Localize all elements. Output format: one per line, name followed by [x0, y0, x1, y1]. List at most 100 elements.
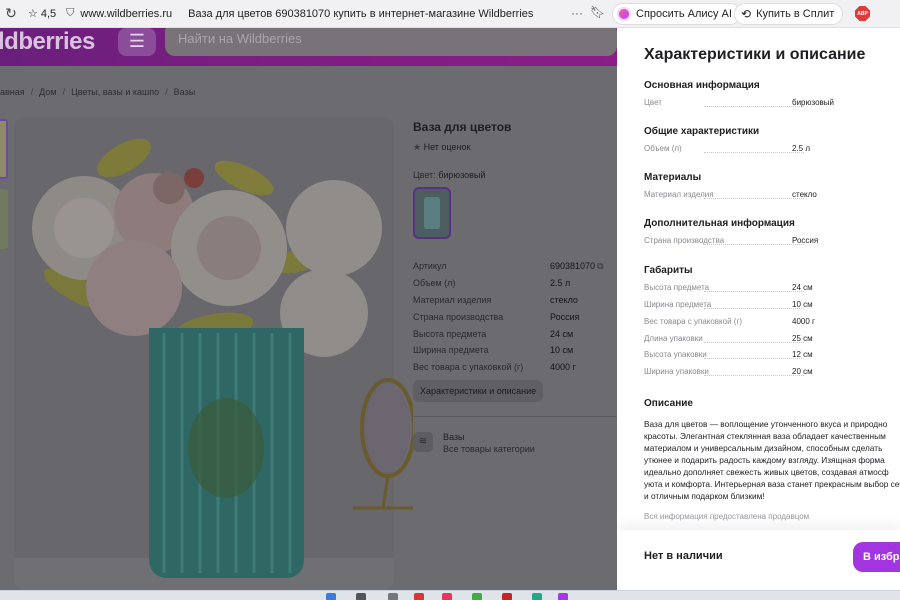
- adblock-icon[interactable]: ABP: [855, 6, 870, 21]
- taskview-icon[interactable]: [388, 593, 398, 600]
- product-rating[interactable]: ★ Нет оценок: [413, 142, 470, 153]
- property-key: Вес товара с упаковкой (г): [644, 317, 743, 326]
- property-row: Длина упаковки 25 см: [644, 334, 900, 346]
- app-icon[interactable]: [502, 593, 512, 600]
- property-value: 4000 г: [792, 317, 815, 326]
- property-row: Ширина предмета 10 см: [644, 300, 900, 312]
- leader-dots: [704, 106, 804, 107]
- windows-start-icon[interactable]: [326, 593, 336, 600]
- property-value: Россия: [792, 236, 819, 245]
- product-photo[interactable]: [14, 118, 394, 590]
- buy-split-label: Купить в Сплит: [756, 8, 835, 20]
- property-key: Высота упаковки: [644, 350, 707, 359]
- thumbnail[interactable]: [0, 189, 8, 249]
- page-title-tab: Ваза для цветов 690381070 купить в интер…: [188, 7, 534, 20]
- characteristics-button[interactable]: Характеристики и описание: [413, 380, 544, 402]
- search-input[interactable]: Найти на Wildberries: [165, 28, 617, 56]
- spec-value: 24 см: [550, 328, 574, 339]
- spec-row: Ширина предмета 10 см: [413, 342, 613, 359]
- copy-icon[interactable]: ⧉: [597, 261, 603, 272]
- leader-dots: [704, 244, 804, 245]
- app-icon[interactable]: [442, 593, 452, 600]
- spec-row: Страна производства Россия: [413, 308, 613, 325]
- leader-dots: [704, 198, 804, 199]
- property-value: бирюзовый: [792, 98, 834, 107]
- breadcrumb-item[interactable]: авная: [0, 87, 25, 97]
- category-subtitle: Все товары категории: [443, 444, 535, 454]
- property-value: 25 см: [792, 334, 813, 343]
- product-specs: Артикул 690381070 ⧉ Объем (л) 2.5 л Материа…: [413, 258, 613, 376]
- property-value: 24 см: [792, 283, 813, 292]
- bookmark-icon[interactable]: 🔖︎: [590, 5, 605, 19]
- add-to-favorites-button[interactable]: В избра: [853, 542, 900, 572]
- alice-icon: [617, 7, 631, 21]
- description-title: Описание: [644, 398, 693, 409]
- spec-key: Вес товара с упаковкой (г): [413, 362, 524, 373]
- property-key: Высота предмета: [644, 283, 710, 292]
- color-label-key: Цвет:: [413, 170, 436, 180]
- spec-key: Артикул: [413, 261, 447, 272]
- site-logo[interactable]: ldberries: [0, 28, 95, 56]
- star-outline-icon: ☆: [28, 8, 38, 20]
- spec-value: 2.5 л: [550, 278, 571, 289]
- category-title: Вазы: [443, 432, 465, 442]
- menu-icon[interactable]: ☰: [118, 28, 156, 56]
- property-row: Объем (л) 2.5 л: [644, 144, 900, 156]
- leader-dots: [704, 342, 804, 343]
- breadcrumb: авная / Дом / Цветы, вазы и кашпо / Вазы: [0, 87, 195, 97]
- leader-dots: [704, 291, 804, 292]
- spec-value: стекло: [550, 294, 578, 305]
- section-title: Материалы: [644, 172, 702, 183]
- breadcrumb-item[interactable]: Вазы: [174, 87, 196, 97]
- property-row: Цвет бирюзовый: [644, 98, 900, 110]
- breadcrumb-separator: /: [165, 87, 168, 97]
- stock-status: Нет в наличии: [644, 550, 723, 562]
- mirror-decor-image: [353, 378, 413, 510]
- address-bar[interactable]: www.wildberries.ru: [80, 8, 172, 20]
- vase-with-flowers-image: [14, 118, 394, 590]
- breadcrumb-separator: /: [30, 87, 34, 97]
- property-value: 10 см: [792, 300, 813, 309]
- breadcrumb-item[interactable]: Дом: [39, 87, 56, 97]
- site-rating[interactable]: ☆ 4,5: [28, 7, 57, 21]
- property-row: Высота упаковки 12 см: [644, 350, 900, 362]
- database-icon: ≋: [413, 432, 433, 452]
- property-key: Ширина упаковки: [644, 367, 709, 376]
- spec-row: Артикул 690381070 ⧉: [413, 258, 613, 275]
- swatch-vase-image: [424, 197, 440, 229]
- product-title: Ваза для цветов: [413, 120, 512, 134]
- spec-value: 4000 г: [550, 362, 576, 373]
- split-icon: ⟲: [741, 7, 752, 21]
- breadcrumb-item[interactable]: Цветы, вазы и кашпо: [71, 87, 159, 97]
- search-icon[interactable]: [356, 593, 366, 600]
- spec-key: Страна производства: [413, 311, 504, 322]
- ask-alice-button[interactable]: Спросить Алису AI: [612, 3, 741, 25]
- more-icon[interactable]: ···: [571, 6, 583, 20]
- property-key: Длина упаковки: [644, 334, 703, 343]
- leader-dots: [704, 358, 804, 359]
- property-key: Ширина предмета: [644, 300, 712, 309]
- app-icon[interactable]: [414, 593, 424, 600]
- thumbnail-selected[interactable]: [0, 119, 8, 179]
- buy-split-button[interactable]: ⟲ Купить в Сплит: [734, 3, 844, 25]
- property-row: Ширина упаковки 20 см: [644, 367, 900, 379]
- site-header: ldberries ☰ Найти на Wildberries: [0, 28, 617, 66]
- section-title: Габариты: [644, 265, 693, 276]
- spec-row: Вес товара с упаковкой (г) 4000 г: [413, 359, 613, 376]
- property-row: Высота предмета 24 см: [644, 283, 900, 295]
- leader-dots: [704, 152, 804, 153]
- color-option-swatch[interactable]: [413, 187, 451, 239]
- site-rating-value: 4,5: [40, 7, 57, 20]
- taskbar: [0, 590, 900, 600]
- app-icon[interactable]: [472, 593, 482, 600]
- spec-value: Россия: [550, 311, 580, 322]
- spec-key: Объем (л): [413, 278, 456, 289]
- browser-toolbar: ↻ ☆ 4,5 ⛉ www.wildberries.ru Ваза для цв…: [0, 0, 900, 28]
- property-value: 2.5 л: [792, 144, 811, 153]
- app-icon[interactable]: [558, 593, 568, 600]
- reload-icon[interactable]: ↻: [0, 5, 22, 22]
- page-backdrop[interactable]: ldberries ☰ Найти на Wildberries авная /…: [0, 28, 617, 590]
- app-icon[interactable]: [532, 593, 542, 600]
- shield-icon[interactable]: ⛉: [66, 7, 74, 20]
- search-placeholder: Найти на Wildberries: [178, 31, 302, 46]
